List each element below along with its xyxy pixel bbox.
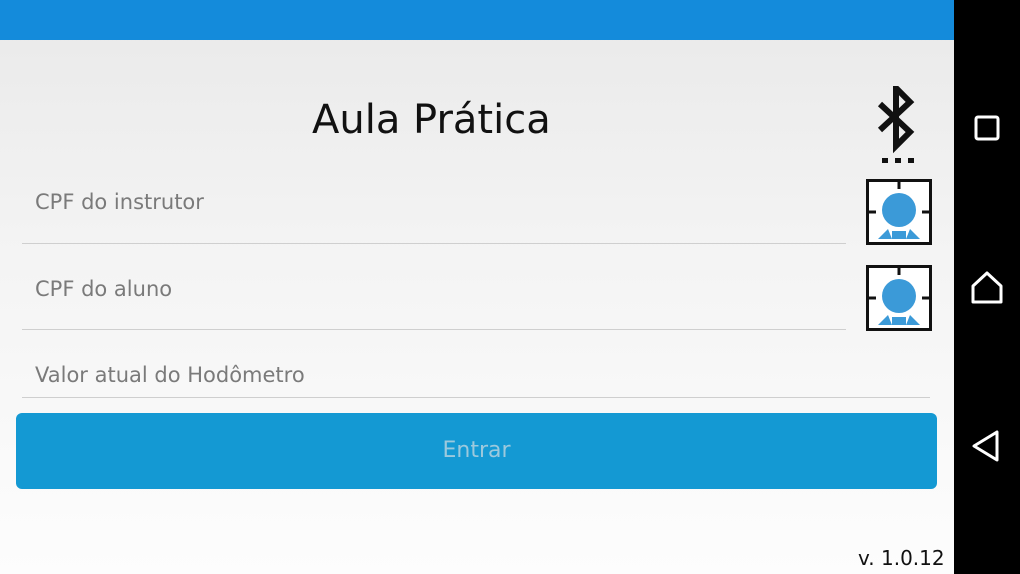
system-navigation-bar <box>954 0 1020 574</box>
instructor-cpf-placeholder: CPF do instrutor <box>35 190 204 214</box>
biometric-scan-icon <box>866 179 932 245</box>
version-label: v. 1.0.12 <box>858 546 945 570</box>
back-button[interactable] <box>967 426 1007 466</box>
home-button[interactable] <box>967 268 1007 308</box>
back-triangle-icon <box>972 430 999 462</box>
square-recents-icon <box>974 115 1000 141</box>
instructor-cpf-input[interactable]: CPF do instrutor <box>22 187 846 244</box>
bluetooth-icon[interactable] <box>870 80 926 166</box>
student-biometric-button[interactable] <box>866 265 932 331</box>
enter-button[interactable]: Entrar <box>16 413 937 489</box>
student-cpf-placeholder: CPF do aluno <box>35 277 173 301</box>
student-cpf-input[interactable]: CPF do aluno <box>22 274 846 330</box>
page-title: Aula Prática <box>312 97 551 143</box>
instructor-biometric-button[interactable] <box>866 179 932 245</box>
odometer-placeholder: Valor atual do Hodômetro <box>35 363 305 387</box>
app-screen: Aula Prática CPF do instrutor CPF do alu… <box>0 0 954 574</box>
odometer-input[interactable]: Valor atual do Hodômetro <box>22 360 930 398</box>
recents-button[interactable] <box>967 108 1007 148</box>
status-top-bar <box>0 0 954 40</box>
home-icon <box>971 271 1003 304</box>
biometric-scan-icon <box>866 265 932 331</box>
